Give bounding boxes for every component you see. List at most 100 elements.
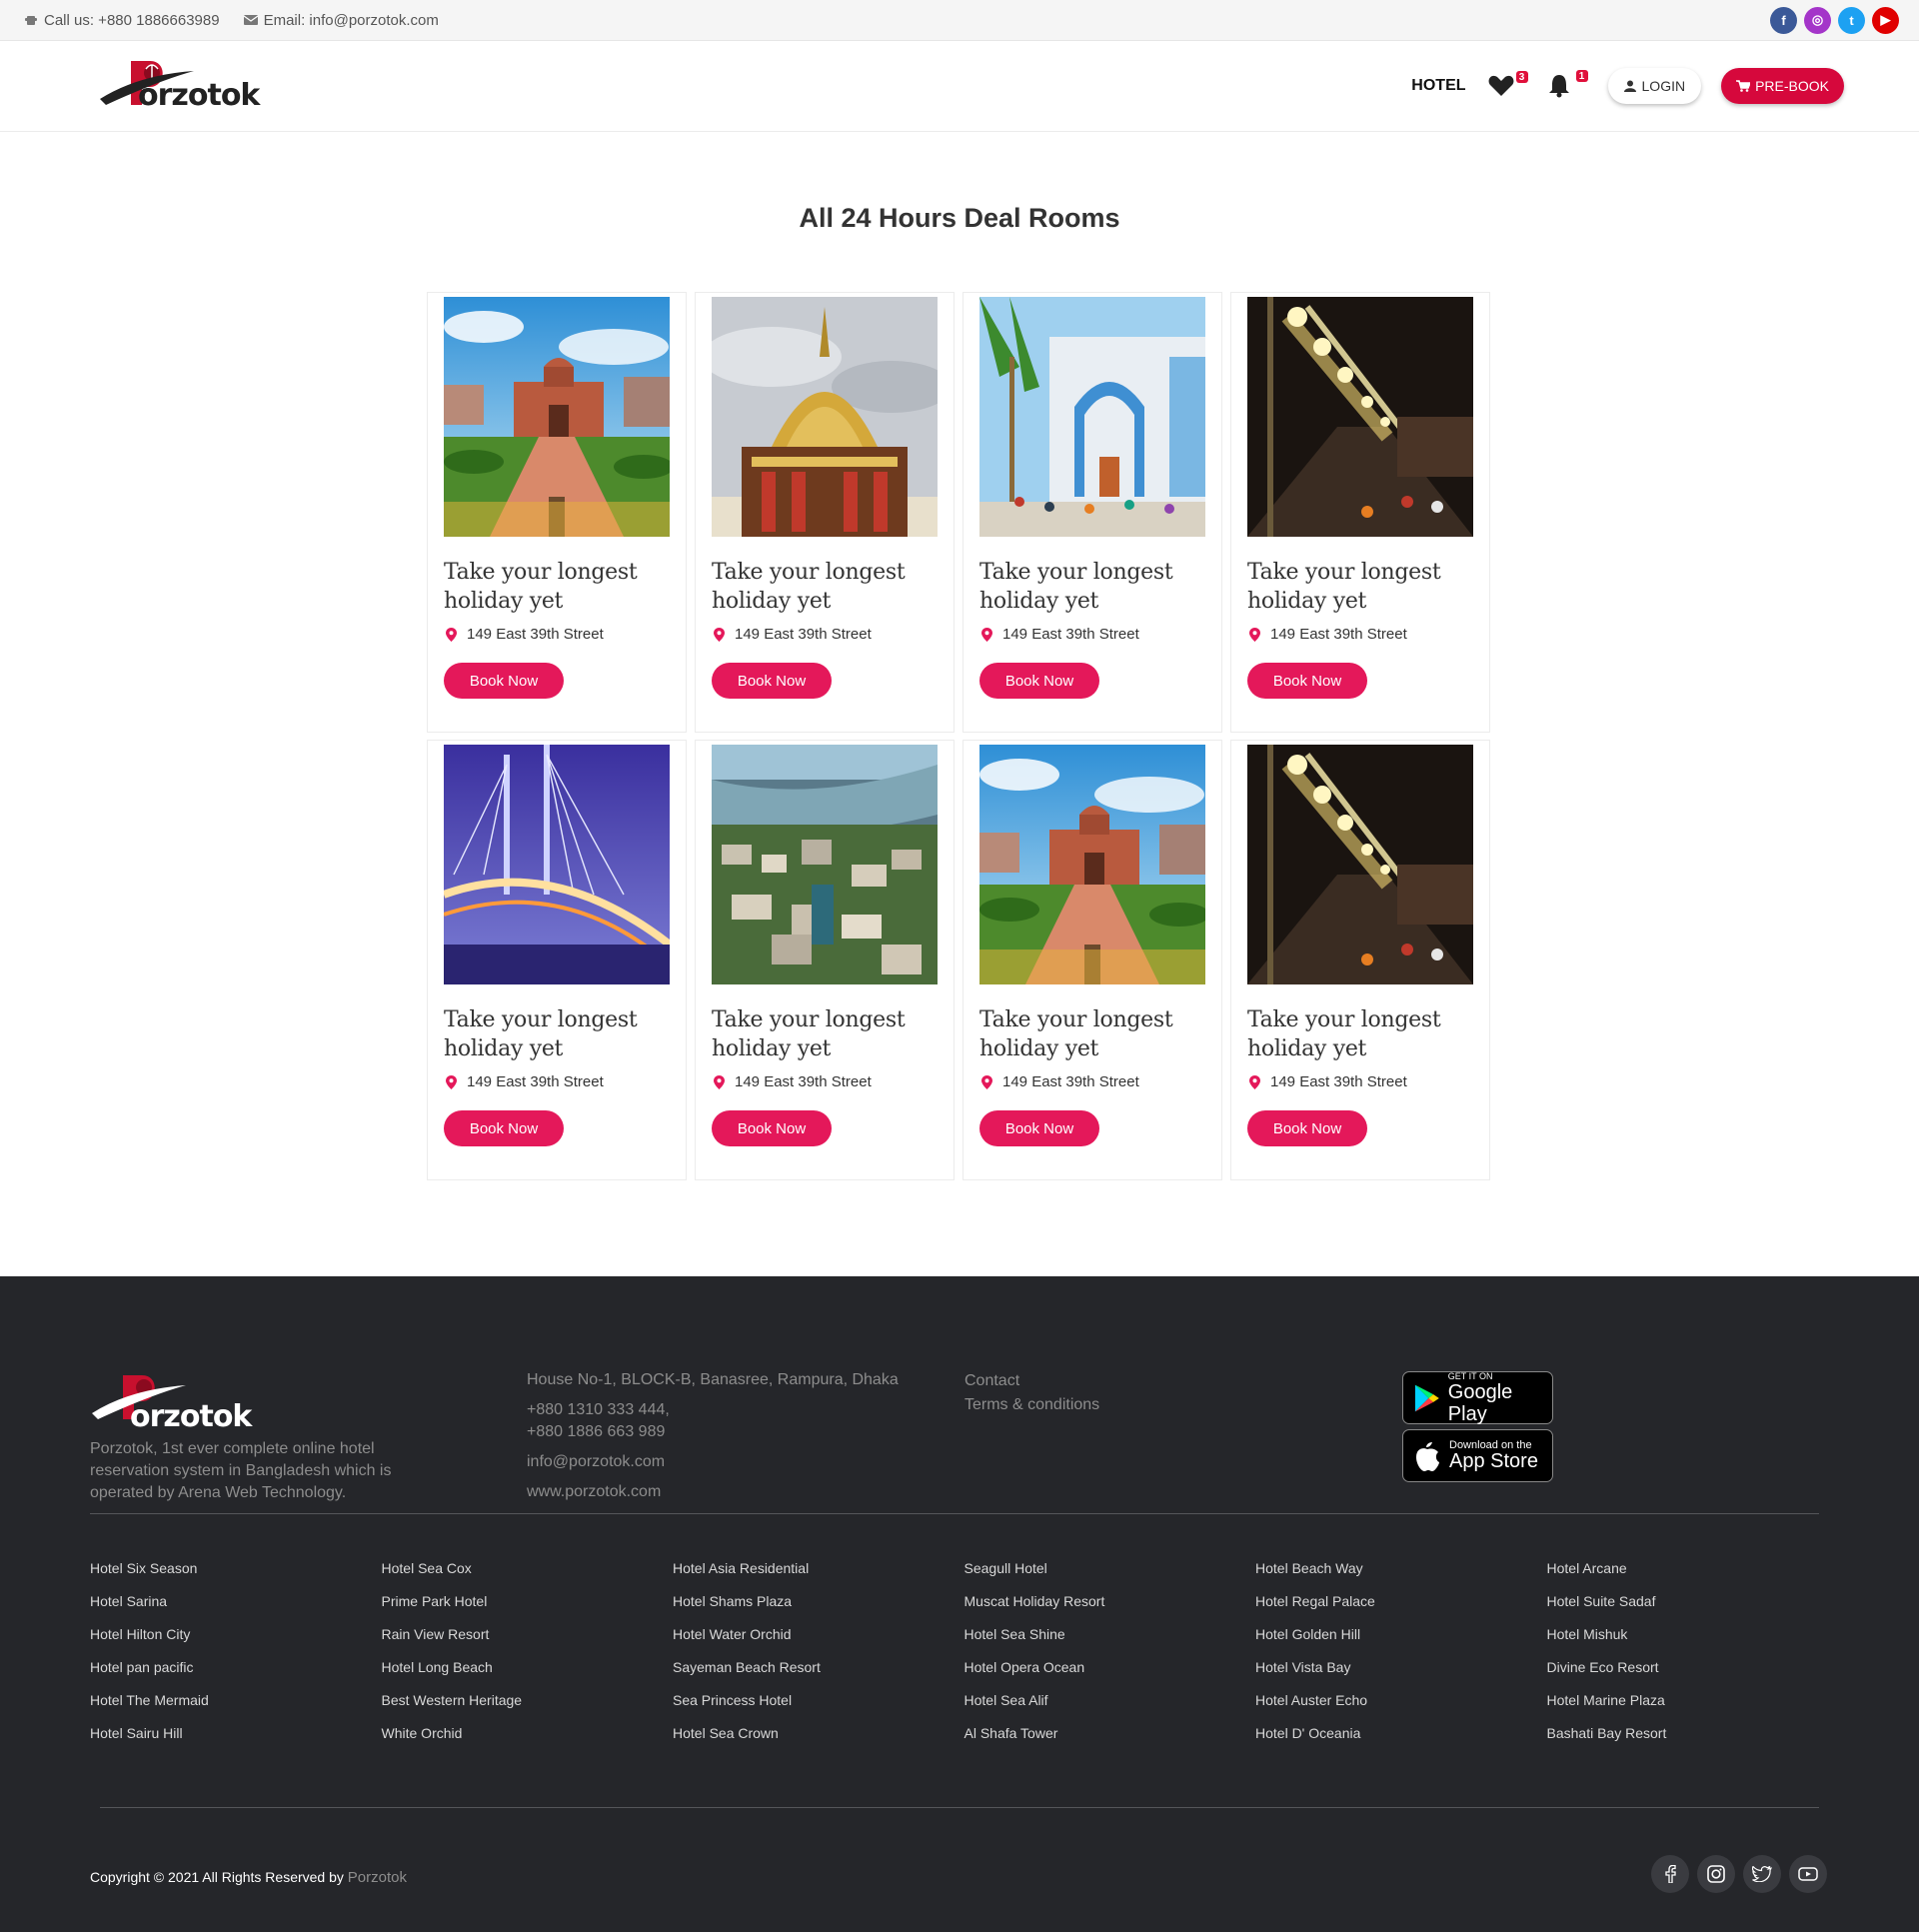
card-title[interactable]: Take your longest holiday yet	[1247, 1005, 1473, 1063]
footer-hotel-link[interactable]: Hotel Asia Residential	[673, 1560, 964, 1593]
book-now-button[interactable]: Book Now	[444, 663, 564, 699]
book-now-button[interactable]: Book Now	[444, 1110, 564, 1146]
footer-hotel-link[interactable]: Bashati Bay Resort	[1547, 1725, 1839, 1758]
wishlist-count-badge: 3	[1515, 71, 1528, 83]
card-title[interactable]: Take your longest holiday yet	[979, 558, 1205, 616]
footer-hotel-link[interactable]: Muscat Holiday Resort	[964, 1593, 1256, 1626]
room-image[interactable]	[712, 745, 938, 984]
footer-website[interactable]: www.porzotok.com	[527, 1481, 899, 1503]
card-title[interactable]: Take your longest holiday yet	[979, 1005, 1205, 1063]
footer-hotel-link[interactable]: White Orchid	[382, 1725, 674, 1758]
card-address: 149 East 39th Street	[979, 626, 1205, 643]
nav-hotel-link[interactable]: HOTEL	[1411, 77, 1465, 95]
login-label: LOGIN	[1641, 78, 1686, 94]
book-now-button[interactable]: Book Now	[979, 1110, 1099, 1146]
call-text: Call us: +880 1886663989	[44, 11, 220, 29]
footer-description: Porzotok, 1st ever complete online hotel…	[90, 1440, 392, 1501]
footer-hotel-link[interactable]: Hotel Opera Ocean	[964, 1659, 1256, 1692]
google-play-badge[interactable]: GET IT ON Google Play	[1402, 1370, 1553, 1425]
book-now-button[interactable]: Book Now	[1247, 663, 1367, 699]
footer-hotel-link[interactable]: Hotel The Mermaid	[90, 1692, 382, 1725]
footer-hotel-link[interactable]: Hotel Hilton City	[90, 1626, 382, 1659]
card-title[interactable]: Take your longest holiday yet	[444, 1005, 670, 1063]
book-now-button[interactable]: Book Now	[979, 663, 1099, 699]
footer-hotel-link[interactable]: Sea Princess Hotel	[673, 1692, 964, 1725]
youtube-icon[interactable]	[1789, 1855, 1827, 1893]
instagram-icon[interactable]: ◎	[1804, 6, 1831, 34]
footer-hotel-link[interactable]: Hotel pan pacific	[90, 1659, 382, 1692]
wishlist-button[interactable]: 3	[1488, 71, 1528, 97]
footer-hotel-link[interactable]: Hotel Arcane	[1547, 1560, 1839, 1593]
footer-link-contact[interactable]: Contact	[964, 1372, 1099, 1390]
card-address-text: 149 East 39th Street	[467, 626, 604, 643]
book-now-button[interactable]: Book Now	[712, 1110, 832, 1146]
call-item: Call us: +880 1886663989	[24, 12, 220, 29]
facebook-icon[interactable]	[1651, 1855, 1689, 1893]
room-image[interactable]	[444, 297, 670, 537]
footer-phone-1[interactable]: +880 1310 333 444,	[527, 1399, 899, 1421]
room-image[interactable]	[712, 297, 938, 537]
footer-hotel-link[interactable]: Prime Park Hotel	[382, 1593, 674, 1626]
copyright-brand-link[interactable]: Porzotok	[348, 1869, 407, 1886]
footer-hotel-link[interactable]: Hotel Sea Crown	[673, 1725, 964, 1758]
facebook-icon[interactable]: f	[1770, 6, 1797, 34]
footer-phone-2[interactable]: +880 1886 663 989	[527, 1421, 899, 1443]
app-store-badge[interactable]: Download on the App Store	[1402, 1429, 1553, 1482]
twitter-icon[interactable]: t	[1838, 6, 1865, 34]
card-address: 149 East 39th Street	[1247, 626, 1473, 643]
card-title[interactable]: Take your longest holiday yet	[1247, 558, 1473, 616]
footer-hotel-link[interactable]: Hotel Six Season	[90, 1560, 382, 1593]
footer-email[interactable]: info@porzotok.com	[527, 1451, 899, 1473]
footer-hotel-link[interactable]: Hotel Regal Palace	[1255, 1593, 1547, 1626]
book-now-button[interactable]: Book Now	[1247, 1110, 1367, 1146]
google-play-small: GET IT ON	[1447, 1370, 1493, 1381]
card-title[interactable]: Take your longest holiday yet	[444, 558, 670, 616]
footer-hotel-link[interactable]: Best Western Heritage	[382, 1692, 674, 1725]
footer-hotel-link[interactable]: Hotel Sea Shine	[964, 1626, 1256, 1659]
footer-hotel-link[interactable]: Hotel Suite Sadaf	[1547, 1593, 1839, 1626]
footer-hotel-link[interactable]: Sayeman Beach Resort	[673, 1659, 964, 1692]
footer-hotel-link[interactable]: Hotel Sea Alif	[964, 1692, 1256, 1725]
youtube-icon[interactable]: ▶	[1872, 6, 1899, 34]
footer-hotel-link[interactable]: Hotel Shams Plaza	[673, 1593, 964, 1626]
top-social-links: f ◎ t ▶	[1770, 6, 1899, 34]
room-image[interactable]	[979, 745, 1205, 984]
contact-info: Call us: +880 1886663989 Email: info@por…	[24, 12, 439, 29]
book-now-button[interactable]: Book Now	[712, 663, 832, 699]
card-title[interactable]: Take your longest holiday yet	[712, 1005, 938, 1063]
footer-hotel-link[interactable]: Hotel Sea Cox	[382, 1560, 674, 1593]
footer-hotel-link[interactable]: Hotel Golden Hill	[1255, 1626, 1547, 1659]
login-button[interactable]: LOGIN	[1607, 68, 1702, 104]
room-image[interactable]	[1247, 745, 1473, 984]
footer-hotel-link[interactable]: Hotel Sarina	[90, 1593, 382, 1626]
room-image[interactable]	[1247, 297, 1473, 537]
footer-hotel-link[interactable]: Hotel Water Orchid	[673, 1626, 964, 1659]
footer-hotel-list: Hotel Six Season Hotel Sea Cox Hotel Asia …	[90, 1560, 1838, 1758]
footer-hotel-link[interactable]: Hotel D' Oceania	[1255, 1725, 1547, 1758]
footer-hotel-link[interactable]: Hotel Mishuk	[1547, 1626, 1839, 1659]
footer-hotel-link[interactable]: Seagull Hotel	[964, 1560, 1256, 1593]
footer-hotel-link[interactable]: Hotel Long Beach	[382, 1659, 674, 1692]
footer-hotel-link[interactable]: Al Shafa Tower	[964, 1725, 1256, 1758]
instagram-icon[interactable]	[1697, 1855, 1735, 1893]
footer-link-terms[interactable]: Terms & conditions	[964, 1396, 1099, 1414]
footer-hotel-link[interactable]: Rain View Resort	[382, 1626, 674, 1659]
room-image[interactable]	[444, 745, 670, 984]
copyright: Copyright © 2021 All Rights Reserved by …	[90, 1869, 407, 1886]
footer-hotel-link[interactable]: Divine Eco Resort	[1547, 1659, 1839, 1692]
bell-icon	[1548, 75, 1569, 98]
card-address: 149 East 39th Street	[444, 626, 670, 643]
prebook-button[interactable]: PRE-BOOK	[1721, 68, 1844, 104]
footer-hotel-link[interactable]: Hotel Beach Way	[1255, 1560, 1547, 1593]
footer-hotel-link[interactable]: Hotel Marine Plaza	[1547, 1692, 1839, 1725]
notification-button[interactable]: 1	[1548, 70, 1588, 98]
footer-logo[interactable]: orzotok	[90, 1369, 252, 1435]
twitter-icon[interactable]	[1743, 1855, 1781, 1893]
footer-hotel-link[interactable]: Hotel Vista Bay	[1255, 1659, 1547, 1692]
room-image[interactable]	[979, 297, 1205, 537]
footer-hotel-link[interactable]: Hotel Auster Echo	[1255, 1692, 1547, 1725]
deal-room-card: Take your longest holiday yet 149 East 3…	[962, 292, 1222, 733]
footer-hotel-link[interactable]: Hotel Sairu Hill	[90, 1725, 382, 1758]
card-title[interactable]: Take your longest holiday yet	[712, 558, 938, 616]
site-logo[interactable]: orzotok	[98, 51, 260, 121]
